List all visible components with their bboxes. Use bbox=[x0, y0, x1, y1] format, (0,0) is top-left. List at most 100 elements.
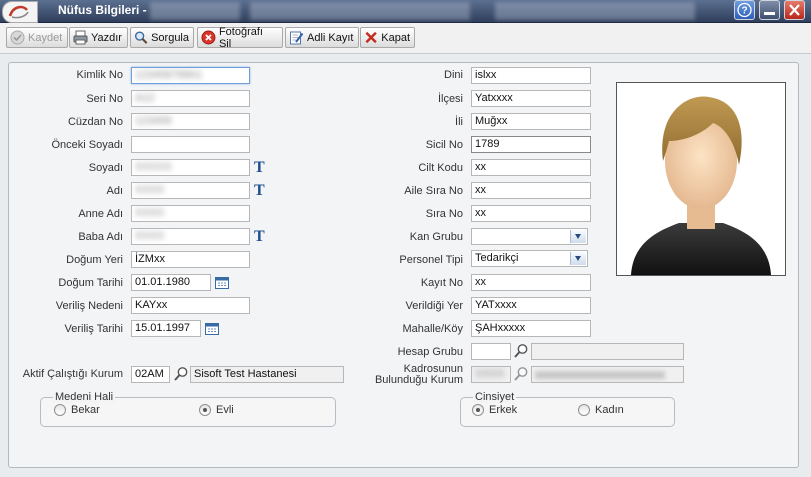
dogum-tarihi-label: Doğum Tarihi bbox=[58, 277, 123, 289]
personel-tipi-select[interactable]: Tedarikçi bbox=[471, 250, 588, 267]
aile-sira-no-input[interactable]: xx bbox=[471, 182, 591, 199]
sicil-no-input[interactable]: 1789 bbox=[471, 136, 591, 153]
onceki-soyadi-input[interactable] bbox=[131, 136, 250, 153]
named-record-button[interactable]: Adli Kayıt bbox=[285, 27, 359, 48]
kayit-no-label: Kayıt No bbox=[420, 277, 463, 289]
delete-icon bbox=[201, 30, 216, 45]
dogum-yeri-label: Doğum Yeri bbox=[66, 254, 123, 266]
aktif-kurum-label: Aktif Çalıştığı Kurum bbox=[22, 368, 123, 380]
search-icon[interactable] bbox=[173, 366, 189, 382]
mahalle-koy-label: Mahalle/Köy bbox=[402, 323, 463, 335]
close-window-button[interactable] bbox=[784, 0, 805, 20]
hesap-grubu-label: Hesap Grubu bbox=[397, 346, 463, 358]
soyadi-label: Soyadı bbox=[88, 162, 123, 174]
kayit-no-input[interactable]: xx bbox=[471, 274, 591, 291]
text-case-icon[interactable]: T bbox=[254, 160, 268, 176]
person-avatar-icon bbox=[631, 96, 771, 275]
aktif-kurum-name-field: Sisoft Test Hastanesi bbox=[190, 366, 344, 383]
seri-no-label: Seri No bbox=[86, 93, 123, 105]
hesap-grubu-input[interactable] bbox=[471, 343, 511, 360]
save-button[interactable]: Kaydet bbox=[6, 27, 68, 48]
baba-adi-input[interactable]: XXXX bbox=[131, 228, 250, 245]
text-case-icon[interactable]: T bbox=[254, 183, 268, 199]
help-button[interactable]: ? bbox=[734, 0, 755, 20]
blurred-title-area bbox=[495, 2, 695, 20]
blurred-title-area bbox=[250, 2, 470, 20]
verilis-nedeni-label: Veriliş Nedeni bbox=[55, 300, 123, 312]
sira-no-label: Sıra No bbox=[425, 208, 463, 220]
gender-title: Cinsiyet bbox=[473, 391, 517, 403]
radio-erkek[interactable]: Erkek bbox=[472, 404, 517, 416]
ilcesi-input[interactable]: Yatxxxx bbox=[471, 90, 591, 107]
search-icon[interactable] bbox=[513, 366, 529, 382]
chevron-down-icon[interactable] bbox=[570, 230, 586, 243]
mahalle-koy-input[interactable]: ŞAHxxxxx bbox=[471, 320, 591, 337]
ili-label: İli bbox=[455, 116, 463, 128]
kadro-kurum-code-input[interactable]: XXXX bbox=[471, 366, 511, 383]
text-case-icon[interactable]: T bbox=[254, 229, 268, 245]
radio-bekar[interactable]: Bekar bbox=[54, 404, 100, 416]
radio-circle[interactable] bbox=[578, 404, 590, 416]
cuzdan-no-input[interactable]: 123456 bbox=[131, 113, 250, 130]
search-icon[interactable] bbox=[513, 343, 529, 359]
seri-no-input[interactable]: A12 bbox=[131, 90, 250, 107]
chevron-down-icon[interactable] bbox=[570, 252, 586, 265]
close-icon bbox=[789, 4, 800, 16]
adi-label: Adı bbox=[106, 185, 123, 197]
print-button[interactable]: Yazdır bbox=[69, 27, 128, 48]
verilis-tarihi-input[interactable]: 15.01.1997 bbox=[131, 320, 201, 337]
minimize-button[interactable] bbox=[759, 0, 780, 20]
kimlik-no-input[interactable]: 12345678901 bbox=[131, 67, 250, 84]
aktif-kurum-code-input[interactable]: 02AM bbox=[131, 366, 170, 383]
adi-input[interactable]: XXXX bbox=[131, 182, 250, 199]
cuzdan-no-label: Cüzdan No bbox=[67, 116, 123, 128]
verilis-tarihi-label: Veriliş Tarihi bbox=[64, 323, 124, 335]
baba-adi-label: Baba Adı bbox=[78, 231, 123, 243]
cilt-kodu-label: Cilt Kodu bbox=[418, 162, 463, 174]
kadro-kurum-name-field bbox=[531, 366, 684, 383]
calendar-icon[interactable] bbox=[205, 322, 219, 335]
query-button[interactable]: Sorgula bbox=[130, 27, 194, 48]
dogum-yeri-input[interactable]: İZMxx bbox=[131, 251, 250, 268]
window-title: Nüfus Bilgileri - bbox=[58, 3, 147, 17]
ilcesi-label: İlçesi bbox=[437, 93, 463, 105]
help-icon: ? bbox=[737, 2, 752, 18]
verildigi-yer-label: Verildiği Yer bbox=[405, 300, 464, 312]
printer-icon bbox=[73, 30, 88, 45]
dogum-tarihi-input[interactable]: 01.01.1980 bbox=[131, 274, 211, 291]
calendar-icon[interactable] bbox=[215, 276, 229, 289]
radio-circle[interactable] bbox=[199, 404, 211, 416]
checkmark-icon bbox=[10, 30, 25, 45]
aile-sira-no-label: Aile Sıra No bbox=[404, 185, 463, 197]
app-logo-icon bbox=[2, 1, 38, 23]
kan-grubu-select[interactable] bbox=[471, 228, 588, 245]
soyadi-input[interactable]: XXXXX bbox=[131, 159, 250, 176]
svg-text:?: ? bbox=[741, 6, 747, 17]
dini-label: Dini bbox=[444, 69, 463, 81]
verilis-nedeni-input[interactable]: KAYxx bbox=[131, 297, 250, 314]
anne-adi-input[interactable]: XXXX bbox=[131, 205, 250, 222]
ili-input[interactable]: Muğxx bbox=[471, 113, 591, 130]
delete-photo-button[interactable]: Fotoğrafı Sil bbox=[197, 26, 283, 50]
kadro-kurum-label: Kadrosunun Bulunduğu Kurum bbox=[374, 363, 463, 386]
verildigi-yer-input[interactable]: YATxxxx bbox=[471, 297, 591, 314]
marital-status-title: Medeni Hali bbox=[53, 391, 116, 403]
sicil-no-label: Sicil No bbox=[425, 139, 463, 151]
radio-circle[interactable] bbox=[472, 404, 484, 416]
kimlik-no-label: Kimlik No bbox=[76, 69, 123, 81]
window-titlebar: Nüfus Bilgileri - ? bbox=[0, 0, 811, 23]
close-button[interactable]: Kapat bbox=[360, 27, 415, 48]
sira-no-input[interactable]: xx bbox=[471, 205, 591, 222]
cilt-kodu-input[interactable]: xx bbox=[471, 159, 591, 176]
personel-tipi-label: Personel Tipi bbox=[399, 254, 463, 266]
kan-grubu-label: Kan Grubu bbox=[409, 231, 463, 243]
hesap-grubu-name-field bbox=[531, 343, 684, 360]
dini-input[interactable]: islxx bbox=[471, 67, 591, 84]
radio-circle[interactable] bbox=[54, 404, 66, 416]
radio-kadin[interactable]: Kadın bbox=[578, 404, 624, 416]
anne-adi-label: Anne Adı bbox=[78, 208, 123, 220]
person-photo[interactable] bbox=[616, 82, 786, 276]
blurred-title-area bbox=[150, 2, 240, 20]
minimize-icon bbox=[764, 12, 775, 15]
radio-evli[interactable]: Evli bbox=[199, 404, 234, 416]
